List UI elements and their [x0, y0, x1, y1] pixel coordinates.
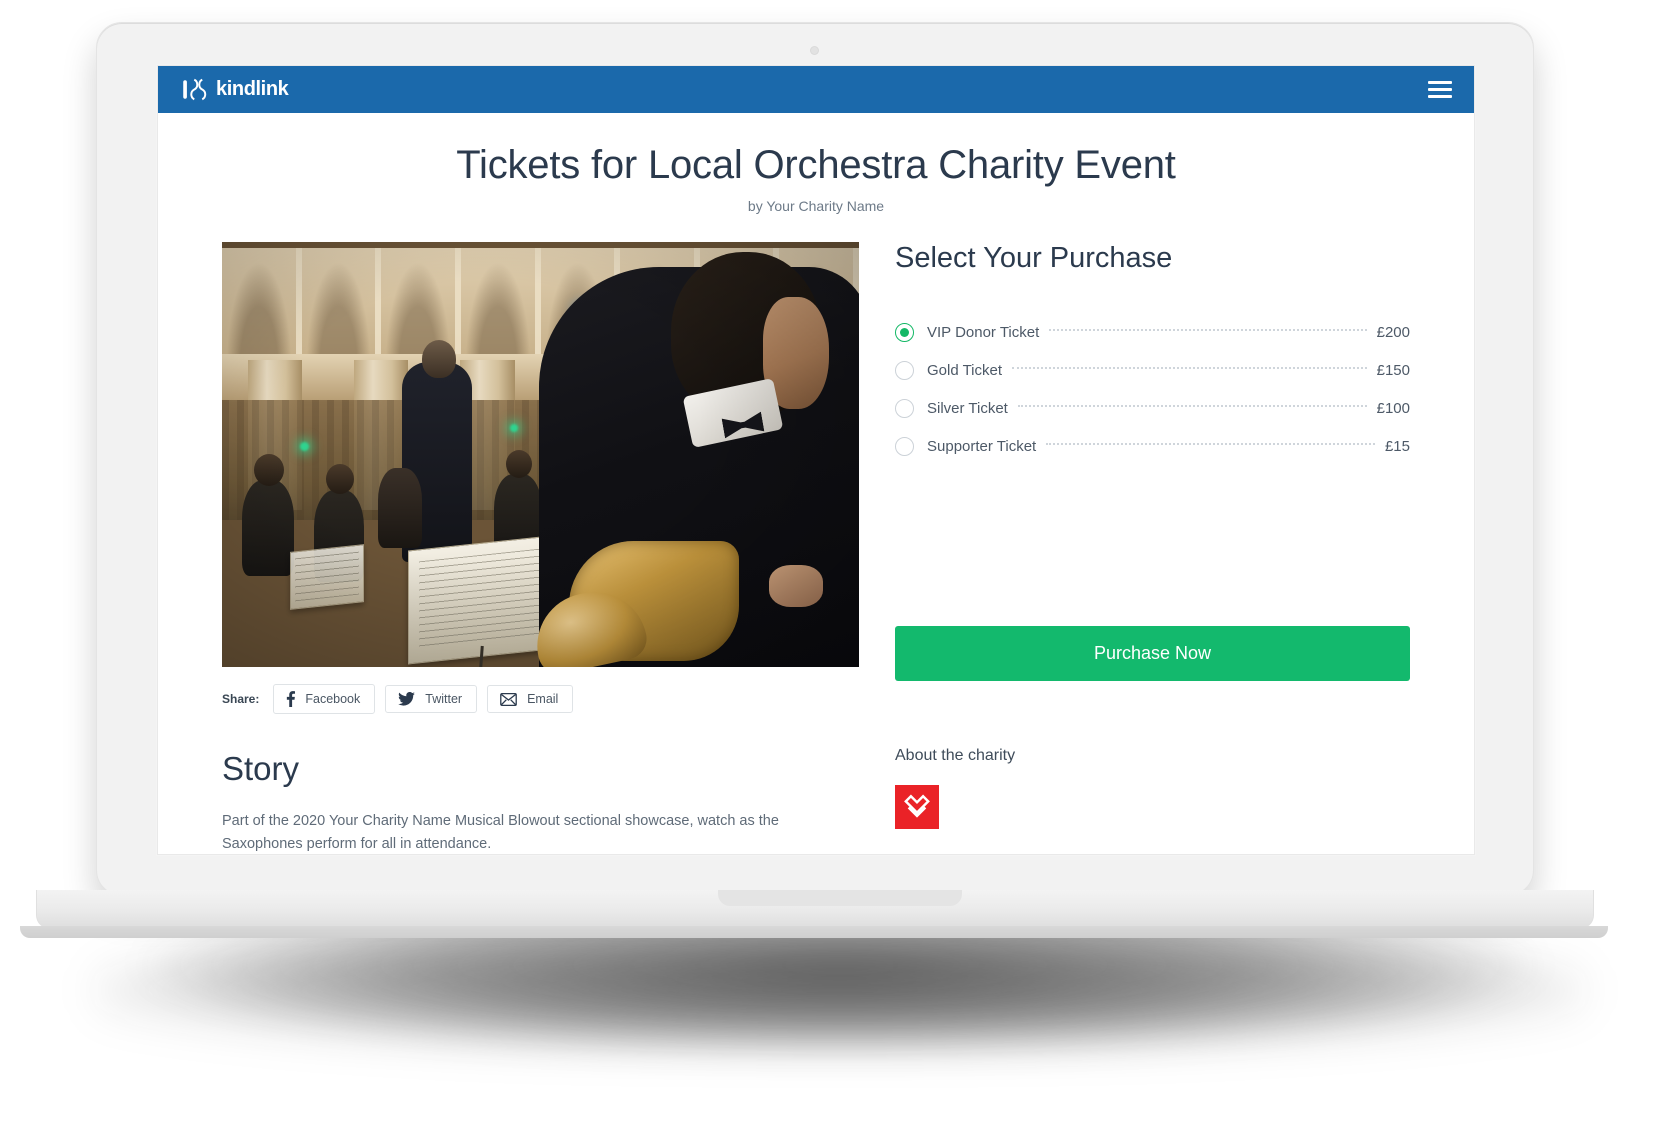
ticket-name: Silver Ticket	[927, 400, 1008, 417]
left-column: Share: Facebook Twitter Email Story Part…	[222, 242, 859, 854]
brand-name: kindlink	[216, 78, 289, 100]
about-charity-section: About the charity	[895, 747, 1410, 829]
share-twitter-label: Twitter	[425, 692, 463, 706]
share-email-button[interactable]: Email	[487, 685, 574, 713]
main-content: Share: Facebook Twitter Email Story Part…	[158, 220, 1474, 854]
webcam-icon	[811, 47, 818, 54]
charity-logo[interactable]	[895, 785, 939, 829]
email-icon	[500, 692, 517, 706]
hamburger-bar	[1428, 81, 1452, 84]
ticket-name: Supporter Ticket	[927, 438, 1037, 455]
ticket-price: £15	[1384, 438, 1410, 455]
ticket-leader-dots	[1012, 366, 1367, 369]
ticket-option-vip-donor[interactable]: VIP Donor Ticket £200	[895, 323, 1410, 342]
laptop-trackpad-notch	[718, 890, 962, 906]
story-body: Part of the 2020 Your Charity Name Music…	[222, 813, 779, 853]
share-twitter-button[interactable]: Twitter	[385, 685, 478, 713]
ticket-price: £150	[1376, 362, 1410, 379]
page-title: Tickets for Local Orchestra Charity Even…	[456, 143, 1176, 187]
webpage: kindlink Tickets for Local Orchestra Cha…	[158, 66, 1474, 854]
ticket-leader-dots	[1017, 404, 1367, 407]
brand-logo[interactable]: kindlink	[182, 76, 289, 103]
page-subtitle: by Your Charity Name	[747, 198, 885, 214]
about-charity-heading: About the charity	[895, 747, 1016, 764]
share-row: Share: Facebook Twitter Email	[222, 684, 859, 714]
charity-heart-logo-icon	[904, 794, 930, 818]
twitter-icon	[398, 692, 416, 706]
site-navbar: kindlink	[158, 66, 1474, 113]
radio-gold[interactable]	[895, 361, 914, 380]
laptop-lid: kindlink Tickets for Local Orchestra Cha…	[96, 22, 1534, 896]
laptop-screen: kindlink Tickets for Local Orchestra Cha…	[157, 65, 1475, 855]
share-facebook-button[interactable]: Facebook	[273, 684, 376, 714]
story-heading: Story	[222, 750, 300, 787]
laptop-scene: kindlink Tickets for Local Orchestra Cha…	[0, 0, 1680, 1135]
hero-vignette	[222, 242, 859, 667]
share-label: Share:	[222, 692, 260, 706]
ticket-option-supporter[interactable]: Supporter Ticket £15	[895, 437, 1410, 456]
ticket-options-list: VIP Donor Ticket £200 Gold Ticket £150 S…	[895, 323, 1410, 456]
right-column: Select Your Purchase VIP Donor Ticket £2…	[859, 242, 1410, 854]
story-section: Story Part of the 2020 Your Charity Name…	[222, 750, 859, 854]
hamburger-bar	[1428, 88, 1452, 91]
ticket-price: £100	[1376, 400, 1410, 417]
radio-silver[interactable]	[895, 399, 914, 418]
radio-vip-donor[interactable]	[895, 323, 914, 342]
page-header: Tickets for Local Orchestra Charity Even…	[158, 113, 1474, 220]
facebook-icon	[287, 691, 296, 707]
purchase-heading: Select Your Purchase	[895, 242, 1173, 274]
hamburger-menu-icon[interactable]	[1428, 75, 1452, 104]
laptop-foot	[20, 926, 1608, 938]
ticket-name: Gold Ticket	[927, 362, 1003, 379]
ticket-option-silver[interactable]: Silver Ticket £100	[895, 399, 1410, 418]
ticket-name: VIP Donor Ticket	[927, 324, 1040, 341]
hero-image	[222, 242, 859, 667]
kindlink-logo-icon	[183, 78, 207, 101]
ticket-leader-dots	[1046, 442, 1375, 445]
radio-supporter[interactable]	[895, 437, 914, 456]
ticket-price: £200	[1376, 324, 1410, 341]
share-facebook-label: Facebook	[305, 692, 361, 706]
share-email-label: Email	[527, 692, 559, 706]
hamburger-bar	[1428, 95, 1452, 98]
purchase-now-button[interactable]: Purchase Now	[895, 626, 1410, 681]
ticket-option-gold[interactable]: Gold Ticket £150	[895, 361, 1410, 380]
ticket-leader-dots	[1049, 328, 1367, 331]
